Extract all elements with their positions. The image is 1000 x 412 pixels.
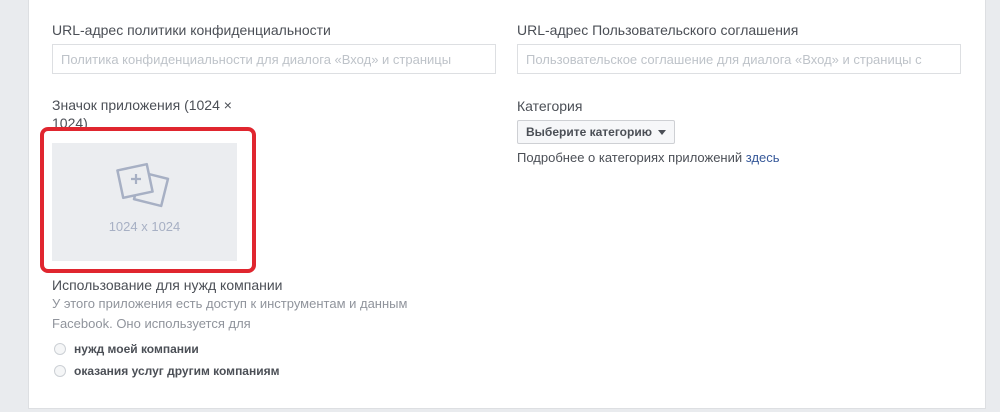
business-use-option-others[interactable]: оказания услуг другим компаниям <box>54 364 280 378</box>
privacy-url-input[interactable] <box>52 44 496 74</box>
business-use-label: Использование для нужд компании <box>52 277 283 293</box>
category-help-link[interactable]: здесь <box>746 150 780 165</box>
business-use-description-line2: Facebook. Оно используется для <box>52 316 251 331</box>
radio-label: нужд моей компании <box>74 342 199 356</box>
category-help: Подробнее о категориях приложений здесь <box>517 149 780 167</box>
business-use-description-line1: У этого приложения есть доступ к инструм… <box>52 296 408 311</box>
category-label: Категория <box>517 98 583 114</box>
radio-button[interactable] <box>54 365 66 377</box>
radio-label: оказания услуг другим компаниям <box>74 364 280 378</box>
category-select-label: Выберите категорию <box>526 125 652 139</box>
chevron-down-icon <box>657 129 666 135</box>
image-upload-icon <box>116 161 172 216</box>
app-icon-upload[interactable]: 1024 x 1024 <box>52 143 237 261</box>
category-select[interactable]: Выберите категорию <box>517 120 675 144</box>
radio-button[interactable] <box>54 343 66 355</box>
category-help-text: Подробнее о категориях приложений <box>517 150 743 165</box>
app-icon-size-text: 1024 x 1024 <box>108 219 181 234</box>
terms-url-input[interactable] <box>517 44 961 74</box>
terms-url-label: URL-адрес Пользовательского соглашения <box>517 22 799 38</box>
business-use-option-own[interactable]: нужд моей компании <box>54 342 199 356</box>
app-icon-label-line1: Значок приложения (1024 × <box>52 97 232 113</box>
privacy-url-label: URL-адрес политики конфиденциальности <box>52 22 331 38</box>
